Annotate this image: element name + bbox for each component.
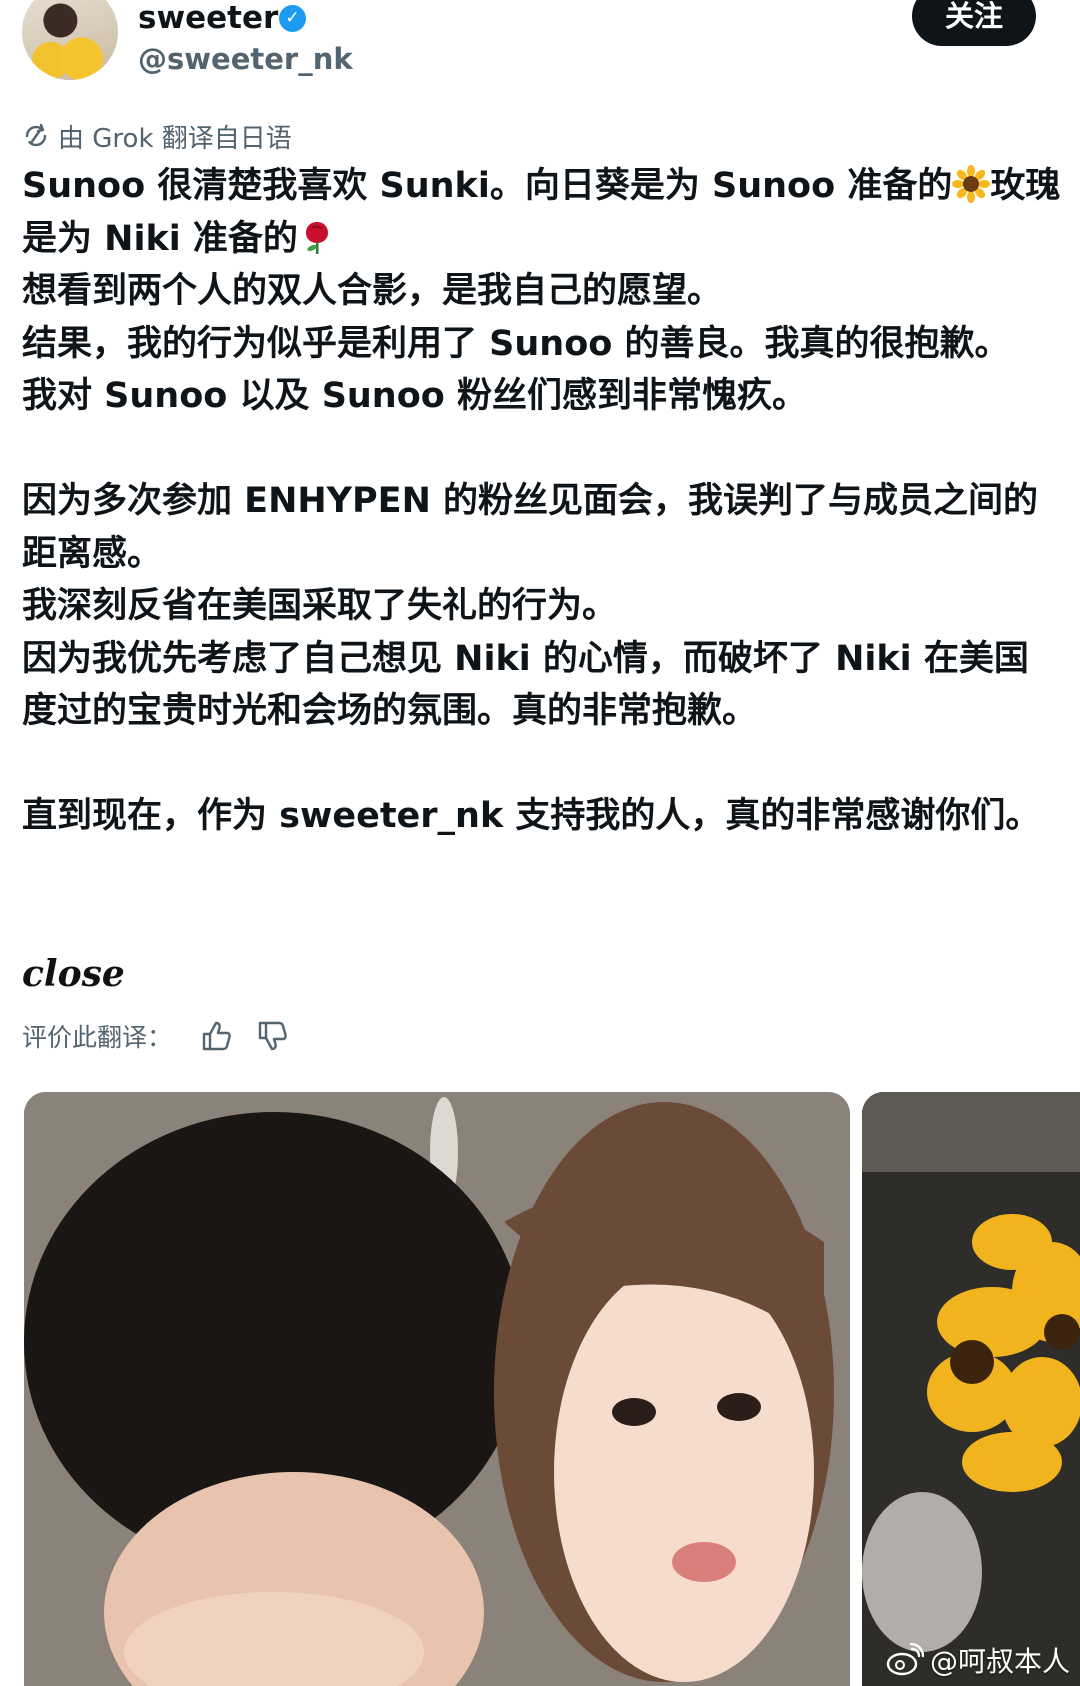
translation-note-text: 由 Grok 翻译自日语	[58, 123, 292, 154]
tweet-paragraph-1: Sunoo 很清楚我喜欢 Sunki。向日葵是为 Sunoo 准备的 玫瑰是为 …	[22, 160, 1062, 265]
tweet-text: Sunoo 很清楚我喜欢 Sunki。向日葵是为 Sunoo 准备的 玫瑰是为 …	[22, 160, 1062, 843]
weibo-logo-icon	[886, 1643, 924, 1676]
sunflower-emoji	[952, 165, 991, 203]
avatar[interactable]	[22, 0, 118, 80]
weibo-watermark: @呵叔本人	[886, 1640, 1070, 1680]
translation-notice[interactable]: 由 Grok 翻译自日语	[22, 118, 292, 154]
closing-word: close	[22, 953, 125, 995]
watermark-text: @呵叔本人	[930, 1645, 1071, 1678]
tweet-paragraph-5: 因为多次参加 ENHYPEN 的粉丝见面会，我误判了与成员之间的距离感。	[22, 481, 1039, 574]
tweet-paragraph-2: 想看到两个人的双人合影，是我自己的愿望。	[22, 271, 723, 311]
display-name[interactable]: sweeter	[138, 0, 278, 36]
rose-emoji	[305, 221, 328, 254]
verified-badge-icon: ✓	[279, 5, 306, 32]
tweet-paragraph-3: 结果，我的行为似乎是利用了 Sunoo 的善良。我真的很抱歉。	[22, 323, 1010, 364]
sunflower-photo-content	[862, 1092, 1080, 1686]
rate-translation-label: 评价此翻译：	[22, 1023, 173, 1052]
tweet-paragraph-8: 直到现在，作为 sweeter_nk 支持我的人，真的非常感谢你们。	[22, 796, 1041, 836]
media-photo-main[interactable]	[24, 1092, 850, 1686]
tweet-paragraph-4: 我对 Sunoo 以及 Sunoo 粉丝们感到非常愧疚。	[22, 376, 808, 416]
tweet-header: sweeter ✓ @sweeter_nk 关注	[0, 0, 1080, 110]
tweet-line-1: Sunoo 很清楚我喜欢 Sunki。向日葵是为 Sunoo 准备的	[22, 166, 953, 206]
thumbs-up-icon[interactable]	[200, 1019, 234, 1053]
photo-content	[24, 1092, 850, 1686]
media-photo-secondary[interactable]	[862, 1092, 1080, 1686]
rate-translation: 评价此翻译：	[22, 1014, 290, 1058]
thumbs-down-icon[interactable]	[256, 1019, 290, 1053]
follow-button[interactable]: 关注	[912, 0, 1036, 46]
user-handle[interactable]: @sweeter_nk	[138, 42, 353, 76]
tweet-paragraph-7: 因为我优先考虑了自己想见 Niki 的心情，而破坏了 Niki 在美国度过的宝贵…	[22, 638, 1029, 732]
tweet-paragraph-6: 我深刻反省在美国采取了失礼的行为。	[22, 586, 618, 626]
translate-icon	[25, 123, 47, 147]
